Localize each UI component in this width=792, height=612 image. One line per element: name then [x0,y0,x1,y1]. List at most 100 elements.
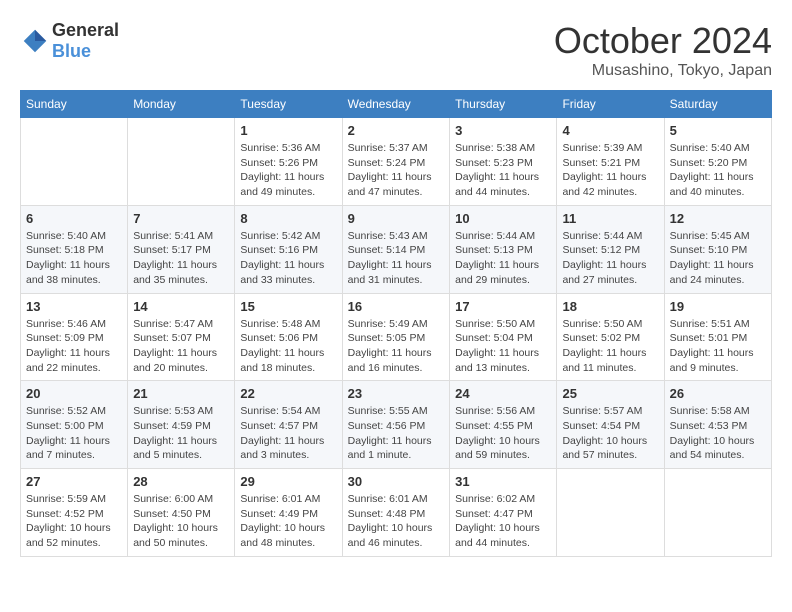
day-number: 12 [670,211,766,226]
calendar-cell: 3Sunrise: 5:38 AM Sunset: 5:23 PM Daylig… [450,118,557,206]
calendar-cell: 28 Sunrise: 6:00 AM Sunset: 4:50 PM Dayli… [128,469,235,557]
day-number: 29 [240,474,336,489]
weekday-header-friday: Friday [557,91,664,118]
day-info: Sunrise: 5:50 AM Sunset: 5:02 PM Dayligh… [562,317,658,376]
day-info: Sunrise: 5:57 AM Sunset: 4:54 PM Dayligh… [562,404,658,463]
day-info: Sunrise: 5:56 AM Sunset: 4:55 PM Dayligh… [455,404,551,463]
day-number: 28 [133,474,229,489]
day-info: Sunrise: 5:50 AM Sunset: 5:04 PM Dayligh… [455,317,551,376]
weekday-header-monday: Monday [128,91,235,118]
day-info: Sunrise: 5:44 AM Sunset: 5:12 PM Dayligh… [562,229,658,288]
calendar-cell: 26Sunrise: 5:58 AM Sunset: 4:53 PM Dayli… [664,381,771,469]
month-title: October 2024 [554,20,772,62]
day-info: Sunrise: 5:53 AM Sunset: 4:59 PM Dayligh… [133,404,229,463]
day-info: Sunrise: 5:43 AM Sunset: 5:14 PM Dayligh… [348,229,445,288]
day-info: Sunrise: 5:37 AM Sunset: 5:24 PM Dayligh… [348,141,445,200]
calendar-cell [664,469,771,557]
day-info: Sunrise: 5:46 AM Sunset: 5:09 PM Dayligh… [26,317,122,376]
calendar-cell: 2 Sunrise: 5:37 AM Sunset: 5:24 PM Daylig… [342,118,450,206]
day-info: Sunrise: 5:51 AM Sunset: 5:01 PM Dayligh… [670,317,766,376]
calendar-cell: 20Sunrise: 5:52 AM Sunset: 5:00 PM Dayli… [21,381,128,469]
calendar-cell: 27Sunrise: 5:59 AM Sunset: 4:52 PM Dayli… [21,469,128,557]
day-number: 31 [455,474,551,489]
calendar-cell: 4Sunrise: 5:39 AM Sunset: 5:21 PM Daylig… [557,118,664,206]
day-info: Sunrise: 6:01 AM Sunset: 4:48 PM Dayligh… [348,492,445,551]
logo-blue-text: Blue [52,41,91,61]
title-block: October 2024 Musashino, Tokyo, Japan [554,20,772,80]
calendar-cell: 31 Sunrise: 6:02 AM Sunset: 4:47 PM Dayli… [450,469,557,557]
day-number: 13 [26,299,122,314]
calendar-cell: 21 Sunrise: 5:53 AM Sunset: 4:59 PM Dayli… [128,381,235,469]
day-info: Sunrise: 5:47 AM Sunset: 5:07 PM Dayligh… [133,317,229,376]
day-number: 10 [455,211,551,226]
calendar-table: SundayMondayTuesdayWednesdayThursdayFrid… [20,90,772,557]
day-info: Sunrise: 6:01 AM Sunset: 4:49 PM Dayligh… [240,492,336,551]
day-number: 25 [562,386,658,401]
calendar-cell: 13 Sunrise: 5:46 AM Sunset: 5:09 PM Dayli… [21,293,128,381]
calendar-week-row: 27Sunrise: 5:59 AM Sunset: 4:52 PM Dayli… [21,469,772,557]
day-info: Sunrise: 5:40 AM Sunset: 5:20 PM Dayligh… [670,141,766,200]
calendar-week-row: 20Sunrise: 5:52 AM Sunset: 5:00 PM Dayli… [21,381,772,469]
day-number: 2 [348,123,445,138]
day-number: 16 [348,299,445,314]
day-info: Sunrise: 5:40 AM Sunset: 5:18 PM Dayligh… [26,229,122,288]
day-number: 5 [670,123,766,138]
calendar-cell: 18 Sunrise: 5:50 AM Sunset: 5:02 PM Dayli… [557,293,664,381]
day-number: 22 [240,386,336,401]
calendar-cell: 9 Sunrise: 5:43 AM Sunset: 5:14 PM Daylig… [342,205,450,293]
calendar-cell: 7 Sunrise: 5:41 AM Sunset: 5:17 PM Daylig… [128,205,235,293]
calendar-cell: 25 Sunrise: 5:57 AM Sunset: 4:54 PM Dayli… [557,381,664,469]
day-info: Sunrise: 5:54 AM Sunset: 4:57 PM Dayligh… [240,404,336,463]
calendar-cell: 16 Sunrise: 5:49 AM Sunset: 5:05 PM Dayli… [342,293,450,381]
day-number: 8 [240,211,336,226]
logo: General Blue [20,20,119,62]
day-info: Sunrise: 5:55 AM Sunset: 4:56 PM Dayligh… [348,404,445,463]
day-number: 24 [455,386,551,401]
calendar-cell: 24 Sunrise: 5:56 AM Sunset: 4:55 PM Dayli… [450,381,557,469]
calendar-cell: 29 Sunrise: 6:01 AM Sunset: 4:49 PM Dayli… [235,469,342,557]
calendar-cell: 11Sunrise: 5:44 AM Sunset: 5:12 PM Dayli… [557,205,664,293]
day-info: Sunrise: 5:49 AM Sunset: 5:05 PM Dayligh… [348,317,445,376]
day-info: Sunrise: 5:36 AM Sunset: 5:26 PM Dayligh… [240,141,336,200]
calendar-cell: 19 Sunrise: 5:51 AM Sunset: 5:01 PM Dayli… [664,293,771,381]
day-number: 7 [133,211,229,226]
calendar-cell: 30 Sunrise: 6:01 AM Sunset: 4:48 PM Dayli… [342,469,450,557]
calendar-cell: 23Sunrise: 5:55 AM Sunset: 4:56 PM Dayli… [342,381,450,469]
day-number: 9 [348,211,445,226]
day-info: Sunrise: 5:45 AM Sunset: 5:10 PM Dayligh… [670,229,766,288]
day-number: 15 [240,299,336,314]
calendar-week-row: 1 Sunrise: 5:36 AM Sunset: 5:26 PM Daylig… [21,118,772,206]
day-number: 20 [26,386,122,401]
calendar-header-row: SundayMondayTuesdayWednesdayThursdayFrid… [21,91,772,118]
day-number: 1 [240,123,336,138]
calendar-cell: 5 Sunrise: 5:40 AM Sunset: 5:20 PM Daylig… [664,118,771,206]
calendar-week-row: 13 Sunrise: 5:46 AM Sunset: 5:09 PM Dayli… [21,293,772,381]
calendar-week-row: 6Sunrise: 5:40 AM Sunset: 5:18 PM Daylig… [21,205,772,293]
calendar-cell: 12 Sunrise: 5:45 AM Sunset: 5:10 PM Dayli… [664,205,771,293]
calendar-cell: 22 Sunrise: 5:54 AM Sunset: 4:57 PM Dayli… [235,381,342,469]
day-info: Sunrise: 5:44 AM Sunset: 5:13 PM Dayligh… [455,229,551,288]
day-number: 4 [562,123,658,138]
calendar-cell: 15 Sunrise: 5:48 AM Sunset: 5:06 PM Dayli… [235,293,342,381]
day-info: Sunrise: 5:42 AM Sunset: 5:16 PM Dayligh… [240,229,336,288]
location-title: Musashino, Tokyo, Japan [554,62,772,80]
day-info: Sunrise: 5:41 AM Sunset: 5:17 PM Dayligh… [133,229,229,288]
day-number: 27 [26,474,122,489]
calendar-cell [21,118,128,206]
weekday-header-thursday: Thursday [450,91,557,118]
day-number: 21 [133,386,229,401]
calendar-cell: 14Sunrise: 5:47 AM Sunset: 5:07 PM Dayli… [128,293,235,381]
weekday-header-wednesday: Wednesday [342,91,450,118]
day-info: Sunrise: 6:00 AM Sunset: 4:50 PM Dayligh… [133,492,229,551]
day-number: 26 [670,386,766,401]
logo-icon [20,26,50,56]
calendar-cell: 1 Sunrise: 5:36 AM Sunset: 5:26 PM Daylig… [235,118,342,206]
day-number: 30 [348,474,445,489]
day-number: 19 [670,299,766,314]
day-info: Sunrise: 5:48 AM Sunset: 5:06 PM Dayligh… [240,317,336,376]
day-info: Sunrise: 5:38 AM Sunset: 5:23 PM Dayligh… [455,141,551,200]
calendar-cell: 10 Sunrise: 5:44 AM Sunset: 5:13 PM Dayli… [450,205,557,293]
day-info: Sunrise: 6:02 AM Sunset: 4:47 PM Dayligh… [455,492,551,551]
day-number: 18 [562,299,658,314]
calendar-cell: 17Sunrise: 5:50 AM Sunset: 5:04 PM Dayli… [450,293,557,381]
